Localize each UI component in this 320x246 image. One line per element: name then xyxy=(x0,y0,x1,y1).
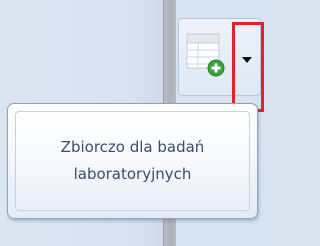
dropdown-highlight-annotation xyxy=(232,22,264,112)
tooltip-inner: Zbiorczo dla badań laboratoryjnych xyxy=(15,111,250,211)
document-add-icon xyxy=(185,32,227,82)
add-document-button[interactable] xyxy=(179,19,232,95)
tooltip: Zbiorczo dla badań laboratoryjnych xyxy=(7,103,258,219)
tooltip-text: Zbiorczo dla badań laboratoryjnych xyxy=(60,138,205,183)
